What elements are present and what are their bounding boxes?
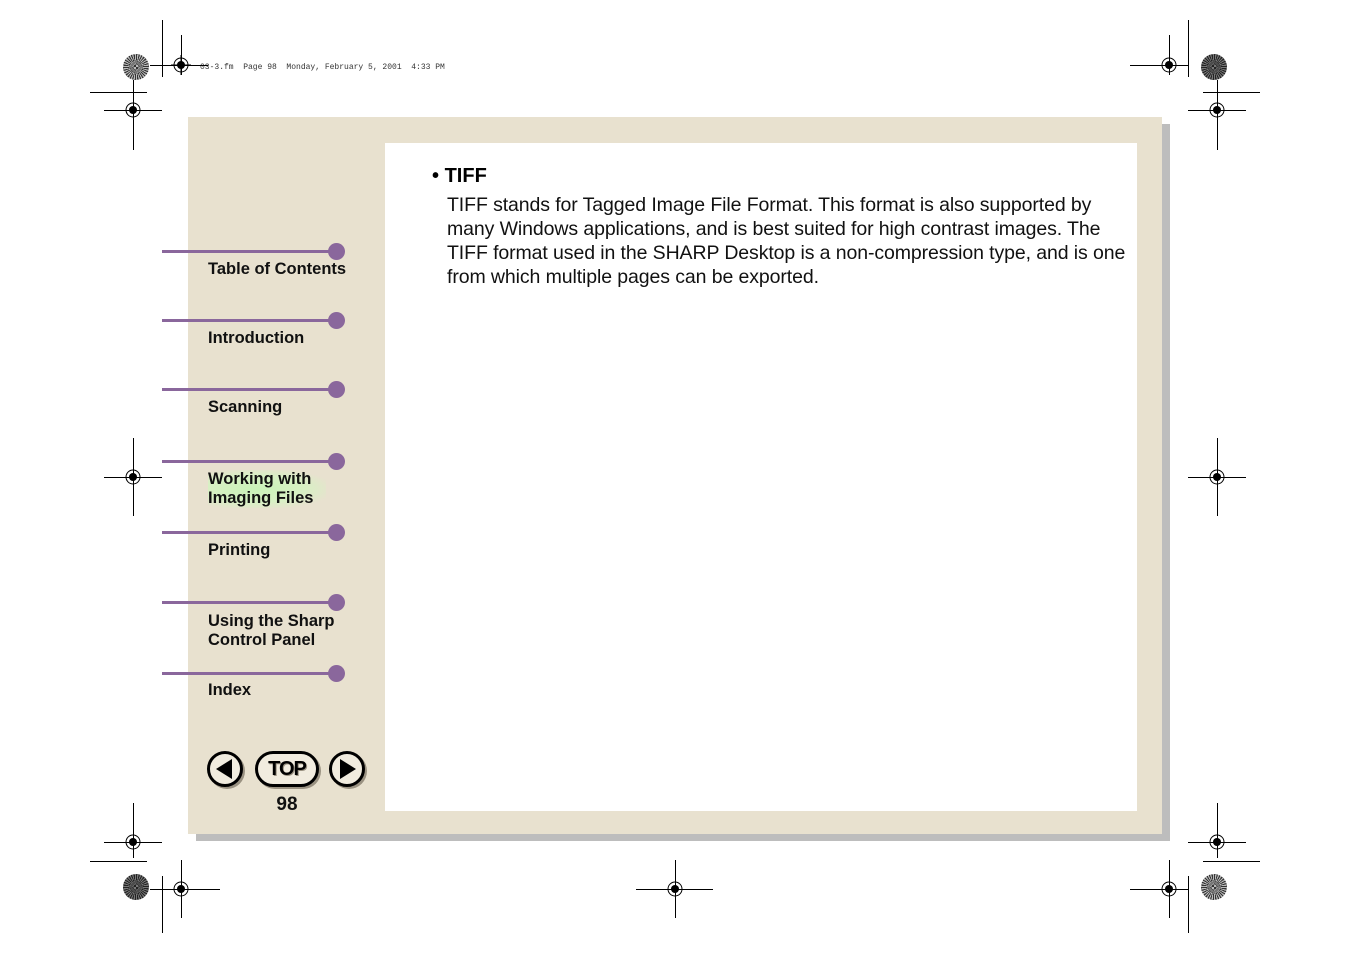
- nav-line: [162, 601, 337, 604]
- nav-dot-icon: [328, 665, 345, 682]
- nav-label[interactable]: Introduction: [208, 329, 304, 348]
- bullet: •: [432, 165, 440, 187]
- next-page-button[interactable]: [329, 751, 365, 787]
- nav-line: [162, 531, 337, 534]
- print-slug: 03-3.fm Page 98 Monday, February 5, 2001…: [200, 63, 445, 72]
- nav-label[interactable]: Scanning: [208, 398, 282, 417]
- nav-dot-icon: [328, 524, 345, 541]
- previous-page-button[interactable]: [207, 751, 243, 787]
- registration-starburst-icon: [1201, 874, 1227, 900]
- left-triangle-icon: [216, 759, 232, 779]
- nav-label[interactable]: Using the Sharp Control Panel: [208, 612, 348, 650]
- top-button[interactable]: TOP: [255, 751, 319, 787]
- registration-starburst-icon: [123, 54, 149, 80]
- nav-dot-icon: [328, 453, 345, 470]
- nav-label[interactable]: Printing: [208, 541, 270, 560]
- right-triangle-icon: [340, 759, 356, 779]
- nav-line: [162, 672, 337, 675]
- nav-line: [162, 250, 337, 253]
- heading-text: TIFF: [444, 165, 487, 187]
- nav-line: [162, 319, 337, 322]
- page-number: 98: [276, 794, 298, 815]
- registration-starburst-icon: [123, 874, 149, 900]
- nav-dot-icon: [328, 312, 345, 329]
- nav-label[interactable]: Index: [208, 681, 251, 700]
- section-heading: • TIFF: [432, 165, 487, 188]
- nav-line: [162, 388, 337, 391]
- body-paragraph: TIFF stands for Tagged Image File Format…: [447, 194, 1126, 288]
- nav-label[interactable]: Table of Contents: [208, 260, 346, 279]
- nav-dot-icon: [328, 594, 345, 611]
- nav-label[interactable]: Working with Imaging Files: [208, 470, 326, 508]
- nav-dot-icon: [328, 381, 345, 398]
- registration-starburst-icon: [1201, 54, 1227, 80]
- nav-dot-icon: [328, 243, 345, 260]
- nav-line: [162, 460, 337, 463]
